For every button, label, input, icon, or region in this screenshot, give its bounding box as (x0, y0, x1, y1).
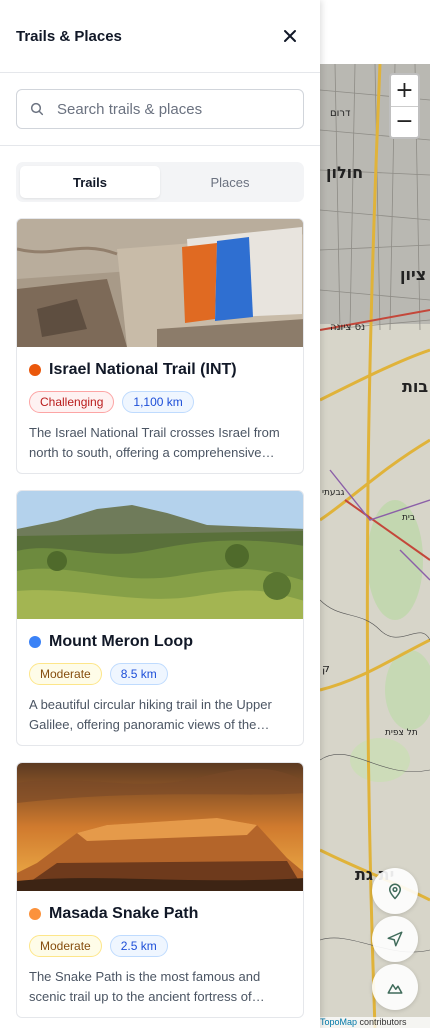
distance-badge: 2.5 km (109, 935, 168, 957)
svg-text:ק: ק (322, 662, 330, 675)
map-attribution: TopoMap contributors (320, 1017, 430, 1028)
svg-text:בות: בות (402, 377, 428, 396)
difficulty-badge: Moderate (29, 935, 102, 957)
trail-badges: Moderate 2.5 km (29, 935, 291, 957)
attribution-text: contributors (357, 1017, 407, 1027)
trail-card-body: Masada Snake Path Moderate 2.5 km The Sn… (17, 891, 303, 1007)
trail-image (17, 491, 303, 619)
trail-name: Masada Snake Path (49, 905, 199, 922)
trail-badges: Challenging 1,100 km (29, 391, 291, 413)
svg-text:חולון: חולון (326, 163, 363, 182)
mountain-icon (387, 984, 403, 994)
svg-text:נס ציונה: נס ציונה (330, 322, 365, 333)
close-icon (284, 30, 296, 42)
trail-color-dot (29, 636, 41, 648)
svg-text:דרום: דרום (330, 108, 351, 119)
trail-description: A beautiful circular hiking trail in the… (29, 697, 272, 732)
trail-color-dot (29, 908, 41, 920)
zoom-in-button[interactable]: + (391, 75, 418, 106)
trail-card[interactable]: Mount Meron Loop Moderate 8.5 km A beaut… (16, 490, 304, 746)
trail-card[interactable]: Israel National Trail (INT) Challenging … (16, 218, 304, 474)
distance-badge: 8.5 km (109, 663, 168, 685)
map-topbar: כפ (320, 0, 430, 64)
panel-title: Trails & Places (16, 27, 122, 45)
location-pin-button[interactable] (372, 868, 418, 914)
search-input[interactable] (57, 100, 287, 118)
side-panel: Trails & Places Trails Places (0, 0, 320, 1028)
navigation-arrow-icon (387, 931, 403, 947)
panel-header: Trails & Places (0, 0, 320, 73)
svg-text:תל צפית: תל צפית (385, 728, 418, 738)
distance-badge: 1,100 km (122, 391, 194, 413)
svg-text:בית: בית (402, 513, 415, 523)
trail-name: Mount Meron Loop (49, 633, 193, 650)
tab-bar: Trails Places (16, 162, 304, 202)
trail-description: The Snake Path is the most famous and sc… (29, 969, 261, 1004)
difficulty-badge: Moderate (29, 663, 102, 685)
trail-list: Israel National Trail (INT) Challenging … (0, 202, 320, 1018)
terrain-layer-button[interactable] (372, 964, 418, 1010)
close-panel-button[interactable] (276, 22, 304, 50)
trail-image (17, 219, 303, 347)
search-section (0, 73, 320, 146)
search-icon (30, 102, 44, 116)
zoom-out-button[interactable]: − (391, 106, 418, 137)
trail-name: Israel National Trail (INT) (49, 361, 237, 378)
difficulty-badge: Challenging (29, 391, 115, 413)
trail-badges: Moderate 8.5 km (29, 663, 291, 685)
trail-title-row: Masada Snake Path (29, 905, 291, 923)
trail-color-dot (29, 364, 41, 376)
trail-description: The Israel National Trail crosses Israel… (29, 425, 280, 460)
navigate-button[interactable] (372, 916, 418, 962)
trail-title-row: Israel National Trail (INT) (29, 361, 291, 379)
trail-card[interactable]: Masada Snake Path Moderate 2.5 km The Sn… (16, 762, 304, 1018)
search-box[interactable] (16, 89, 304, 129)
tab-trails[interactable]: Trails (20, 166, 160, 198)
svg-text:ציון: ציון (400, 265, 426, 284)
trail-image (17, 763, 303, 891)
svg-text:גבעתי: גבעתי (322, 488, 345, 498)
map-pin-icon (389, 883, 401, 900)
tab-places[interactable]: Places (160, 166, 300, 198)
trail-card-body: Israel National Trail (INT) Challenging … (17, 347, 303, 463)
zoom-control: + − (389, 73, 420, 139)
trail-card-body: Mount Meron Loop Moderate 8.5 km A beaut… (17, 619, 303, 735)
trail-title-row: Mount Meron Loop (29, 633, 291, 651)
tabs-section: Trails Places (0, 146, 320, 202)
attribution-link[interactable]: TopoMap (320, 1017, 357, 1027)
